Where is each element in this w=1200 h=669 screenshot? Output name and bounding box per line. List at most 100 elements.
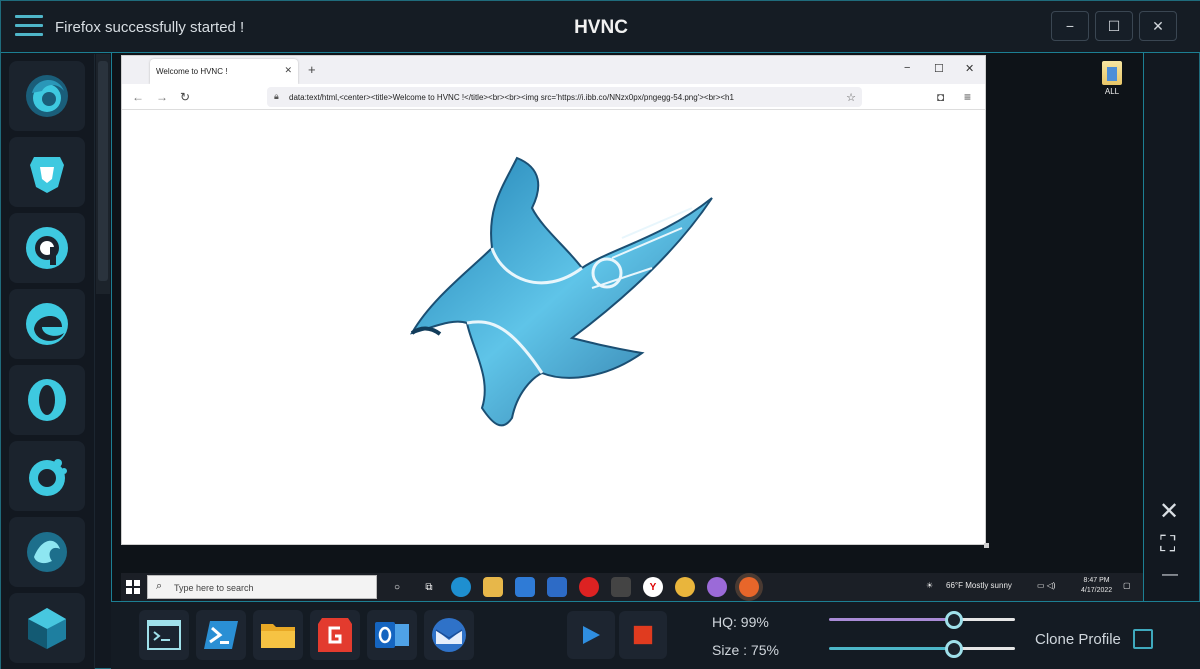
search-icon: ⌕ <box>156 580 163 592</box>
edge-icon <box>26 303 68 345</box>
powershell-button[interactable] <box>196 610 246 660</box>
notification-icon[interactable]: ▢ <box>1123 581 1131 590</box>
thunderbird-button[interactable] <box>424 610 474 660</box>
lock-icon: 🔒︎ <box>274 91 279 101</box>
task-view-icon[interactable]: ⧉ <box>419 577 439 597</box>
opera-taskbar-icon[interactable] <box>579 577 599 597</box>
nav-bar: ← → ↻ 🔒︎ data:text/html,<center><title>W… <box>122 84 985 110</box>
title-bar: Firefox successfully started ! HVNC − ☐ … <box>1 1 1200 53</box>
browser-maximize-button[interactable]: ☐ <box>934 62 944 75</box>
resize-grip[interactable] <box>984 543 989 548</box>
remote-desktop-view[interactable]: ALL Welcome to HVNC ! ✕ + − ☐ ✕ ← → ↻ 🔒︎… <box>111 53 1144 601</box>
control-bar: HQ: 99% Size : 75% Clone Profile <box>111 601 1200 669</box>
store-taskbar-icon[interactable] <box>515 577 535 597</box>
clock-date: 4/17/2022 <box>1081 587 1113 594</box>
size-slider-knob[interactable] <box>945 640 963 658</box>
taskbar-clock[interactable]: 8:47 PM 4/17/2022 <box>1081 576 1112 596</box>
terminal-taskbar-icon[interactable] <box>611 577 631 597</box>
windows-start-icon[interactable] <box>125 579 141 595</box>
clone-profile-label: Clone Profile <box>1035 631 1121 648</box>
folder-icon <box>1102 61 1122 85</box>
bookmark-star-icon[interactable]: ☆ <box>846 91 856 104</box>
browser-sidebar <box>1 54 95 669</box>
edge-taskbar-icon[interactable] <box>451 577 471 597</box>
eagle-image <box>409 156 713 427</box>
sidebar-item-edge[interactable] <box>9 289 85 359</box>
tab-title: Welcome to HVNC ! <box>156 67 228 76</box>
url-bar[interactable]: 🔒︎ data:text/html,<center><title>Welcome… <box>267 87 862 107</box>
explorer-button[interactable] <box>253 610 303 660</box>
cmd-icon <box>147 620 181 650</box>
windows-taskbar: ⌕ Type here to search ○ ⧉ Y ☀ 66°F Mostl… <box>121 573 1143 601</box>
play-button[interactable] <box>567 611 615 659</box>
browser-close-button[interactable]: ✕ <box>965 62 974 75</box>
desktop-shortcut-label: ALL <box>1104 87 1120 96</box>
pocket-icon[interactable]: ◘ <box>937 90 944 104</box>
search-placeholder: Type here to search <box>174 583 254 593</box>
fullscreen-icon[interactable]: ⛶ <box>1160 531 1175 557</box>
weather-text[interactable]: 66°F Mostly sunny <box>946 581 1012 590</box>
opera-gx-icon <box>29 459 67 496</box>
play-icon <box>583 626 600 644</box>
stop-icon <box>633 625 653 645</box>
size-slider[interactable] <box>829 640 1015 658</box>
foxit-icon <box>318 618 352 652</box>
firefox-taskbar-icon[interactable] <box>739 577 759 597</box>
reload-icon[interactable]: ↻ <box>180 90 190 104</box>
stop-button[interactable] <box>619 611 667 659</box>
sidebar-item-cube[interactable] <box>9 593 85 663</box>
folder-icon <box>261 624 295 648</box>
clock-time: 8:47 PM <box>1083 577 1110 584</box>
sidebar-item-brave[interactable] <box>9 137 85 207</box>
maximize-button[interactable]: ☐ <box>1095 11 1133 41</box>
mail-taskbar-icon[interactable] <box>547 577 567 597</box>
foxit-button[interactable] <box>310 610 360 660</box>
menu-icon[interactable] <box>15 15 43 37</box>
desktop-shortcut[interactable]: ALL <box>1101 61 1123 96</box>
thunderbird-icon <box>432 618 466 652</box>
forward-icon[interactable]: → <box>156 90 168 104</box>
powershell-icon <box>204 621 238 649</box>
opera-icon <box>28 379 66 421</box>
back-icon[interactable]: ← <box>132 90 144 104</box>
sidebar-item-chromium[interactable] <box>9 213 85 283</box>
tab-bar: Welcome to HVNC ! ✕ + − ☐ ✕ <box>122 56 985 84</box>
sidebar-item-opera[interactable] <box>9 365 85 435</box>
tab-close-icon[interactable]: ✕ <box>284 65 292 76</box>
clone-profile-checkbox[interactable] <box>1133 629 1153 649</box>
chrome-taskbar-icon[interactable] <box>675 577 695 597</box>
minimize-view-icon[interactable]: — <box>1162 566 1178 584</box>
firefox-window: Welcome to HVNC ! ✕ + − ☐ ✕ ← → ↻ 🔒︎ dat… <box>121 55 986 545</box>
hq-label: HQ: 99% <box>712 614 769 630</box>
outlook-icon <box>375 622 409 648</box>
browser-minimize-button[interactable]: − <box>904 62 910 74</box>
firefox-icon <box>26 75 68 117</box>
tray-icons[interactable]: ▭ ◁) <box>1037 581 1056 590</box>
weather-icon[interactable]: ☀ <box>926 581 933 590</box>
hamburger-menu-icon[interactable]: ≡ <box>964 90 971 104</box>
cmd-button[interactable] <box>139 610 189 660</box>
chromium-icon <box>26 227 68 269</box>
url-text: data:text/html,<center><title>Welcome to… <box>289 93 734 102</box>
hq-slider-knob[interactable] <box>945 611 963 629</box>
size-label: Size : 75% <box>712 642 779 658</box>
yandex-taskbar-icon[interactable]: Y <box>643 577 663 597</box>
disconnect-close-icon[interactable]: ✕ <box>1159 497 1179 526</box>
browser-tab[interactable]: Welcome to HVNC ! ✕ <box>150 59 298 84</box>
status-text: Firefox successfully started ! <box>55 19 245 36</box>
sidebar-item-opera-gx[interactable] <box>9 441 85 511</box>
sidebar-scroll-thumb[interactable] <box>98 61 108 281</box>
hq-slider[interactable] <box>829 611 1015 629</box>
browser-taskbar-icon[interactable] <box>707 577 727 597</box>
outlook-button[interactable] <box>367 610 417 660</box>
sidebar-item-firefox[interactable] <box>9 61 85 131</box>
page-content <box>122 110 985 544</box>
taskbar-search-input[interactable]: ⌕ Type here to search <box>147 575 377 599</box>
new-tab-button[interactable]: + <box>308 62 316 77</box>
close-button[interactable]: ✕ <box>1139 11 1177 41</box>
explorer-taskbar-icon[interactable] <box>483 577 503 597</box>
size-slider-track <box>829 647 1015 650</box>
cortana-icon[interactable]: ○ <box>387 577 407 597</box>
sidebar-item-waterfox[interactable] <box>9 517 85 587</box>
minimize-button[interactable]: − <box>1051 11 1089 41</box>
